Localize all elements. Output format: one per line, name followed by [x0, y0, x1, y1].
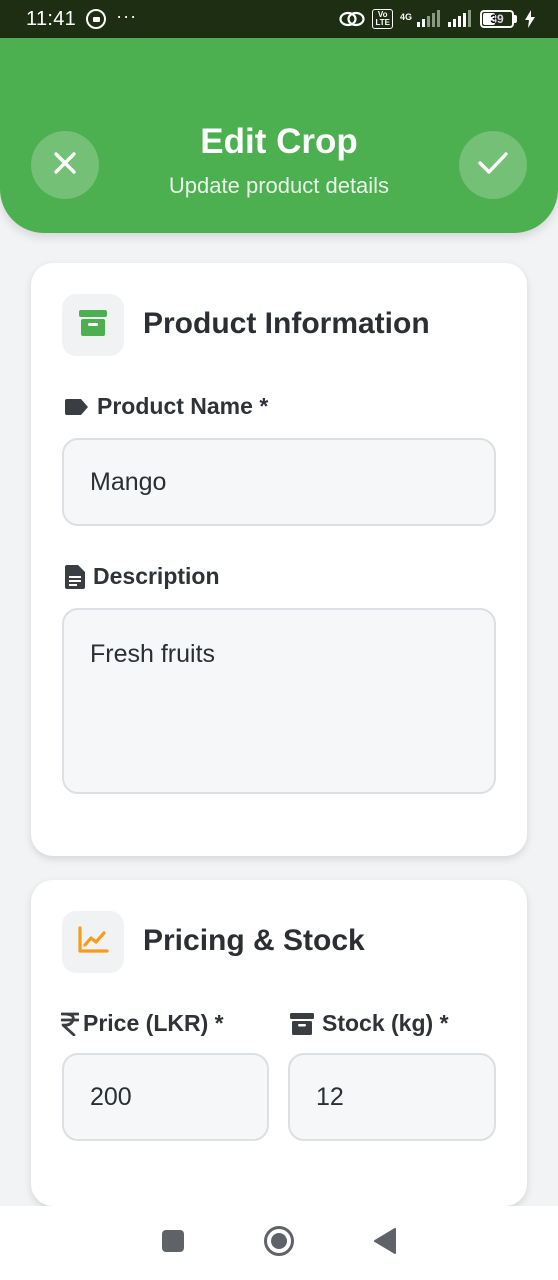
stock-label: Stock (kg) * [290, 1010, 449, 1037]
volte-icon: Vo LTE [372, 9, 393, 29]
square-icon [161, 1229, 185, 1258]
product-name-value: Mango [90, 467, 167, 496]
archive-box-icon [290, 1012, 314, 1036]
status-time: 11:41 [26, 7, 77, 30]
description-label-text: Description [93, 563, 220, 589]
pricing-stock-card: Pricing & Stock Price (LKR) * 200 Stock … [31, 880, 527, 1206]
link-icon [339, 10, 366, 28]
more-notifications-icon: ··· [116, 5, 138, 26]
triangle-back-icon [373, 1227, 397, 1259]
check-icon [477, 150, 509, 181]
screen-record-icon [86, 9, 107, 29]
description-value: Fresh fruits [90, 640, 216, 668]
back-button[interactable] [365, 1223, 405, 1263]
price-label: Price (LKR) * [61, 1010, 224, 1037]
product-information-card: Product Information Product Name * Mango… [31, 263, 527, 856]
trending-up-chart-icon [77, 925, 109, 959]
circle-home-icon [263, 1225, 295, 1262]
battery-icon: 39 [480, 10, 517, 28]
app-header: Edit Crop Update product details [0, 38, 558, 233]
section-title-pricing-stock: Pricing & Stock [143, 924, 365, 957]
section-icon-container [62, 294, 124, 356]
save-button[interactable] [459, 131, 527, 199]
stock-value: 12 [316, 1082, 344, 1111]
system-navigation-bar [0, 1206, 558, 1280]
stock-input[interactable]: 12 [288, 1053, 496, 1141]
price-value: 200 [90, 1082, 132, 1111]
rupee-icon [61, 1012, 79, 1036]
document-icon [65, 564, 85, 589]
price-input[interactable]: 200 [62, 1053, 269, 1141]
description-label: Description [65, 563, 220, 590]
product-name-input[interactable]: Mango [62, 438, 496, 526]
tag-icon [65, 398, 89, 416]
network-type-label: 4G [399, 12, 412, 22]
section-title-product-information: Product Information [143, 307, 430, 340]
signal-strength-icon [416, 10, 440, 28]
home-button[interactable] [259, 1223, 299, 1263]
stock-label-text: Stock (kg) * [322, 1010, 449, 1036]
product-name-label-text: Product Name * [97, 393, 269, 419]
signal-strength-icon-2 [447, 10, 473, 28]
recents-button[interactable] [153, 1223, 193, 1263]
description-textarea[interactable]: Fresh fruits [62, 608, 496, 794]
status-bar: 11:41 ··· Vo LTE 4G 39 [0, 0, 558, 38]
section-icon-container [62, 911, 124, 973]
battery-level: 39 [490, 12, 504, 26]
charging-icon [524, 10, 536, 28]
price-label-text: Price (LKR) * [83, 1010, 224, 1036]
product-name-label: Product Name * [65, 393, 268, 420]
archive-box-icon [78, 308, 108, 343]
